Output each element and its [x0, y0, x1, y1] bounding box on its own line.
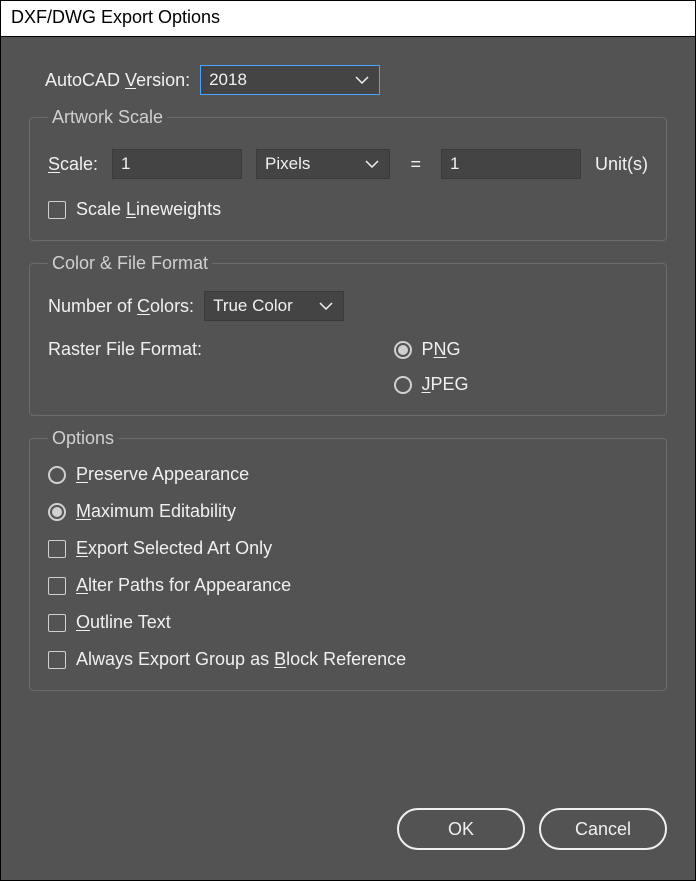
autocad-version-row: AutoCAD Version: 2018	[29, 65, 667, 95]
artwork-scale-legend: Artwork Scale	[48, 107, 167, 127]
radio-dot	[48, 466, 66, 484]
autocad-version-value: 2018	[209, 70, 247, 90]
raster-png-radio[interactable]: PNG	[394, 339, 649, 360]
units-label: Unit(s)	[595, 154, 648, 175]
block-reference-label: Always Export Group as Block Reference	[76, 649, 406, 670]
alter-paths-checkbox[interactable]: Alter Paths for Appearance	[48, 575, 648, 596]
number-of-colors-select[interactable]: True Color	[204, 291, 344, 321]
ok-button[interactable]: OK	[397, 808, 525, 850]
dialog-footer: OK Cancel	[397, 808, 667, 850]
scale-lineweights-checkbox[interactable]: Scale Lineweights	[48, 199, 648, 220]
autocad-version-select[interactable]: 2018	[200, 65, 380, 95]
outline-text-checkbox[interactable]: Outline Text	[48, 612, 648, 633]
radio-dot	[48, 503, 66, 521]
raster-jpeg-radio[interactable]: JPEG	[394, 374, 649, 395]
export-selected-label: Export Selected Art Only	[76, 538, 272, 559]
artwork-scale-fieldset: Artwork Scale Scale: Pixels = Unit(s) Sc…	[29, 117, 667, 241]
autocad-version-label: AutoCAD Version:	[45, 70, 190, 91]
export-selected-checkbox[interactable]: Export Selected Art Only	[48, 538, 648, 559]
checkbox-box	[48, 540, 66, 558]
cancel-button[interactable]: Cancel	[539, 808, 667, 850]
number-of-colors-row: Number of Colors: True Color	[48, 291, 648, 321]
units-input[interactable]	[441, 149, 581, 179]
options-fieldset: Options Preserve Appearance Maximum Edit…	[29, 438, 667, 691]
dialog: DXF/DWG Export Options AutoCAD Version: …	[0, 0, 696, 881]
color-file-format-legend: Color & File Format	[48, 253, 212, 273]
options-legend: Options	[48, 428, 118, 448]
alter-paths-label: Alter Paths for Appearance	[76, 575, 291, 596]
number-of-colors-label: Number of Colors:	[48, 296, 194, 317]
dialog-content: AutoCAD Version: 2018 Artwork Scale Scal…	[1, 37, 695, 880]
number-of-colors-value: True Color	[213, 296, 293, 316]
chevron-down-icon	[355, 76, 369, 84]
preserve-appearance-radio[interactable]: Preserve Appearance	[48, 464, 648, 485]
scale-units-value: Pixels	[265, 154, 310, 174]
radio-dot	[394, 376, 412, 394]
checkbox-box	[48, 201, 66, 219]
scale-row: Scale: Pixels = Unit(s)	[48, 149, 648, 179]
checkbox-box	[48, 651, 66, 669]
dialog-title: DXF/DWG Export Options	[1, 1, 695, 37]
scale-units-select[interactable]: Pixels	[256, 149, 390, 179]
maximum-editability-radio[interactable]: Maximum Editability	[48, 501, 648, 522]
scale-lineweights-label: Scale Lineweights	[76, 199, 221, 220]
outline-text-label: Outline Text	[76, 612, 171, 633]
scale-label: Scale:	[48, 154, 98, 175]
equals-label: =	[404, 154, 427, 175]
preserve-appearance-label: Preserve Appearance	[76, 464, 249, 485]
checkbox-box	[48, 577, 66, 595]
color-file-format-fieldset: Color & File Format Number of Colors: Tr…	[29, 263, 667, 416]
chevron-down-icon	[319, 302, 333, 310]
chevron-down-icon	[365, 160, 379, 168]
scale-input[interactable]	[112, 149, 242, 179]
raster-jpeg-label: JPEG	[422, 374, 469, 395]
raster-file-format-label: Raster File Format:	[48, 339, 382, 360]
radio-dot	[394, 341, 412, 359]
checkbox-box	[48, 614, 66, 632]
raster-png-label: PNG	[422, 339, 461, 360]
block-reference-checkbox[interactable]: Always Export Group as Block Reference	[48, 649, 648, 670]
maximum-editability-label: Maximum Editability	[76, 501, 236, 522]
